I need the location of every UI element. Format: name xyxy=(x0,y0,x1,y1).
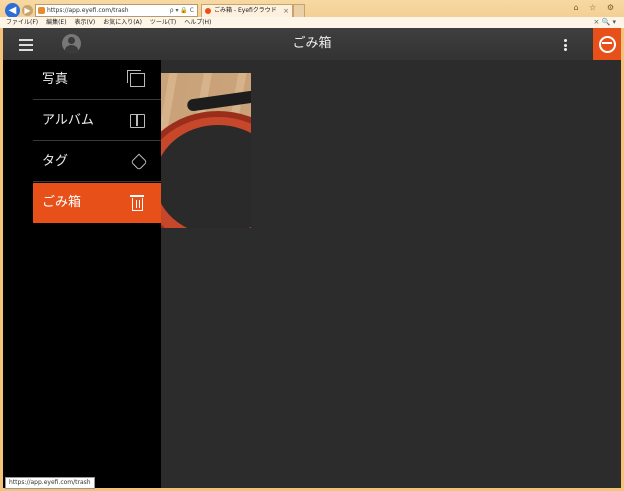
menu-bar: ファイル(F) 編集(E) 表示(V) お気に入り(A) ツール(T) ヘルプ(… xyxy=(0,17,624,28)
drawer-item-label: ごみ箱 xyxy=(42,195,82,210)
menu-favorites[interactable]: お気に入り(A) xyxy=(103,17,142,28)
browser-tab[interactable]: ごみ箱 - Eyefiクラウド × xyxy=(201,4,293,18)
address-bar[interactable]: https://app.eyefi.com/trash ρ ▾ 🔒 C xyxy=(35,4,198,17)
menu-help[interactable]: ヘルプ(H) xyxy=(184,17,211,28)
avatar[interactable] xyxy=(62,34,81,53)
address-url: https://app.eyefi.com/trash xyxy=(47,7,129,14)
browser-chrome: ◀ ▶ https://app.eyefi.com/trash ρ ▾ 🔒 C … xyxy=(0,0,624,28)
drawer-item-label: アルバム xyxy=(42,113,94,128)
address-tools-icons[interactable]: ρ ▾ 🔒 C xyxy=(170,5,194,16)
menu-view[interactable]: 表示(V) xyxy=(74,17,95,28)
navigation-drawer: 写真 アルバム タグ ごみ箱 xyxy=(3,60,161,488)
drawer-item-photos[interactable]: 写真 xyxy=(33,60,161,100)
menu-edit[interactable]: 編集(E) xyxy=(46,17,66,28)
back-arrow-icon[interactable]: ◀ xyxy=(5,3,20,18)
eyefi-logo-icon[interactable] xyxy=(593,28,621,60)
trash-icon xyxy=(130,195,144,211)
drawer-item-albums[interactable]: アルバム xyxy=(33,101,161,141)
menu-tools[interactable]: ツール(T) xyxy=(150,17,176,28)
drawer-item-label: タグ xyxy=(42,154,69,169)
app-window: ごみ箱 写真 アルバム タグ ごみ箱 xyxy=(3,28,621,488)
page-title: ごみ箱 xyxy=(292,36,332,51)
forward-arrow-icon[interactable]: ▶ xyxy=(22,5,33,16)
more-options-icon[interactable] xyxy=(564,39,568,51)
new-tab-button[interactable] xyxy=(293,4,305,18)
album-icon xyxy=(130,114,145,128)
status-bar-url: https://app.eyefi.com/trash xyxy=(5,477,95,489)
app-header: ごみ箱 xyxy=(3,28,621,60)
drawer-item-tags[interactable]: タグ xyxy=(33,142,161,182)
tab-close-icon[interactable]: × xyxy=(283,5,289,17)
photos-icon xyxy=(127,70,145,87)
drawer-item-label: 写真 xyxy=(42,72,69,87)
tag-icon xyxy=(130,153,148,171)
hamburger-menu-icon[interactable] xyxy=(19,39,33,51)
menu-file[interactable]: ファイル(F) xyxy=(6,17,38,28)
site-icon xyxy=(38,7,45,14)
tab-title: ごみ箱 - Eyefiクラウド xyxy=(214,7,277,14)
drawer-item-trash[interactable]: ごみ箱 xyxy=(33,183,161,223)
menubar-right-icons[interactable]: × 🔍 ▾ xyxy=(593,17,616,28)
tab-favicon-icon xyxy=(205,8,211,14)
pan-handle xyxy=(186,90,251,112)
browser-toolbar-icons[interactable]: ⌂ ☆ ⚙ xyxy=(573,3,618,12)
